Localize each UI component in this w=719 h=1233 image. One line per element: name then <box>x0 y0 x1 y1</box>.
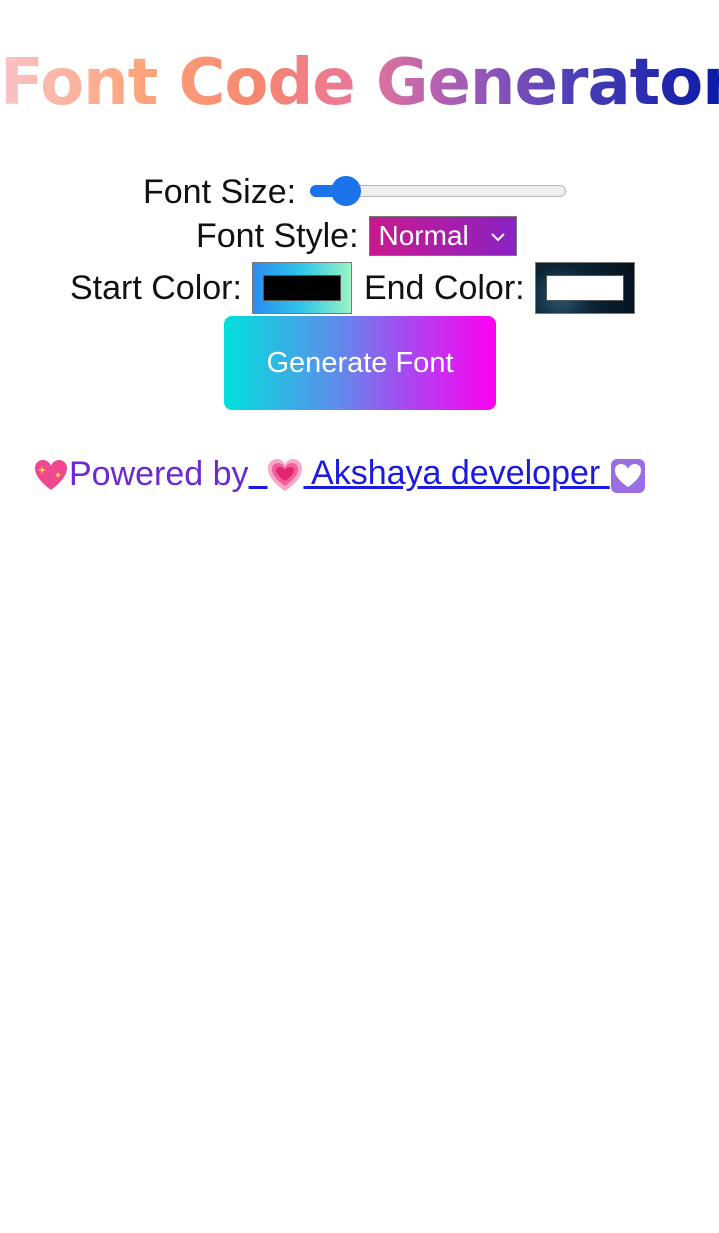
page-title: Font Code Generator <box>0 40 719 126</box>
growing-heart-icon <box>267 454 311 492</box>
font-style-label: Font Style: <box>196 216 359 255</box>
font-size-row: Font Size: <box>143 170 567 214</box>
chevron-down-icon <box>490 225 506 252</box>
font-size-slider[interactable] <box>310 176 567 206</box>
start-color-swatch <box>262 275 341 301</box>
end-color-label: End Color: <box>363 268 525 307</box>
developer-link-space <box>249 454 258 492</box>
page: Font Code Generator Font Size: Font Styl… <box>0 0 719 1233</box>
end-color-picker[interactable] <box>534 262 635 314</box>
white-heart-icon <box>610 454 646 493</box>
font-size-label: Font Size: <box>143 172 297 211</box>
start-color-picker[interactable] <box>251 262 352 314</box>
powered-by-text: Powered by <box>69 454 249 493</box>
footer: Powered by Akshaya developer <box>33 452 646 496</box>
start-color-label: Start Color: <box>70 268 242 307</box>
sparkling-heart-icon <box>33 454 69 493</box>
slider-thumb[interactable] <box>330 176 361 206</box>
font-style-row: Font Style: Normal <box>196 214 517 258</box>
developer-link[interactable]: Akshaya developer <box>249 454 646 493</box>
developer-link-text: Akshaya developer <box>311 454 610 493</box>
font-style-selected: Normal <box>378 220 469 251</box>
font-style-select[interactable]: Normal <box>368 216 517 256</box>
generate-font-button[interactable]: Generate Font <box>224 316 496 410</box>
color-row: Start Color: End Color: <box>70 262 635 314</box>
end-color-swatch <box>545 275 624 301</box>
